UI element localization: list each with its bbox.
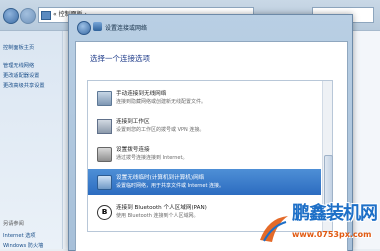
option-description: 连接到隐藏网络或创建新无线配置文件。 <box>116 99 207 105</box>
option-dialup[interactable]: 设置拨号连接 通过拨号连接连接到 Internet。 <box>88 141 321 167</box>
option-title: 设置无线临时(计算机到计算机)网络 <box>116 175 205 181</box>
sidebar-item-manage-wireless[interactable]: 管理无线网络 <box>3 62 34 69</box>
sidebar-item-windows-firewall[interactable]: Windows 防火墙 <box>3 242 43 249</box>
sidebar: 控制面板主页 管理无线网络 更改适配器设置 更改高级共享设置 另请参阅 Inte… <box>0 31 63 249</box>
sidebar-item-advanced-sharing[interactable]: 更改高级共享设置 <box>3 82 45 89</box>
adhoc-network-icon <box>97 175 112 190</box>
sidebar-item-internet-options[interactable]: Internet 选项 <box>3 232 36 239</box>
option-description: 设置临时网络，用于共享文件或 Internet 连接。 <box>116 183 225 189</box>
watermark-brand: 鹏鑫装机网 <box>292 203 378 224</box>
dialup-modem-icon <box>97 147 112 162</box>
option-title: 连接到 Bluetooth 个人区域网(PAN) <box>116 205 207 211</box>
dialog-titlebar: 设置连接或网络 <box>69 15 352 39</box>
option-title: 连接到工作区 <box>116 119 150 125</box>
dialog-back-button[interactable] <box>77 21 91 35</box>
back-button[interactable] <box>3 8 19 24</box>
sidebar-item-adapter-settings[interactable]: 更改适配器设置 <box>3 72 39 79</box>
option-description: 使用 Bluetooth 连接到个人区域网。 <box>116 213 199 219</box>
sidebar-see-also-heading: 另请参阅 <box>3 221 24 227</box>
option-description: 设置到您的工作区的拨号或 VPN 连接。 <box>116 127 205 133</box>
option-workplace[interactable]: 连接到工作区 设置到您的工作区的拨号或 VPN 连接。 <box>88 113 321 139</box>
forward-button[interactable] <box>20 8 36 24</box>
dialog-title: 设置连接或网络 <box>105 25 148 32</box>
dialog-heading: 选择一个连接选项 <box>90 54 150 63</box>
option-manual-wireless[interactable]: 手动连接到无线网络 连接到隐藏网络或创建新无线配置文件。 <box>88 85 321 111</box>
sidebar-home-link[interactable]: 控制面板主页 <box>3 44 34 51</box>
bluetooth-icon: ʙ <box>97 205 112 220</box>
watermark-url: www.0753px.com <box>292 230 372 239</box>
folder-icon <box>41 11 51 20</box>
wireless-network-icon <box>97 91 112 106</box>
option-description: 通过拨号连接连接到 Internet。 <box>116 155 188 161</box>
option-title: 手动连接到无线网络 <box>116 91 167 97</box>
option-adhoc-network[interactable]: 设置无线临时(计算机到计算机)网络 设置临时网络，用于共享文件或 Interne… <box>88 169 321 195</box>
network-icon <box>93 22 102 31</box>
option-title: 设置拨号连接 <box>116 147 150 153</box>
watermark-logo-icon <box>260 216 288 242</box>
workplace-icon <box>97 119 112 134</box>
